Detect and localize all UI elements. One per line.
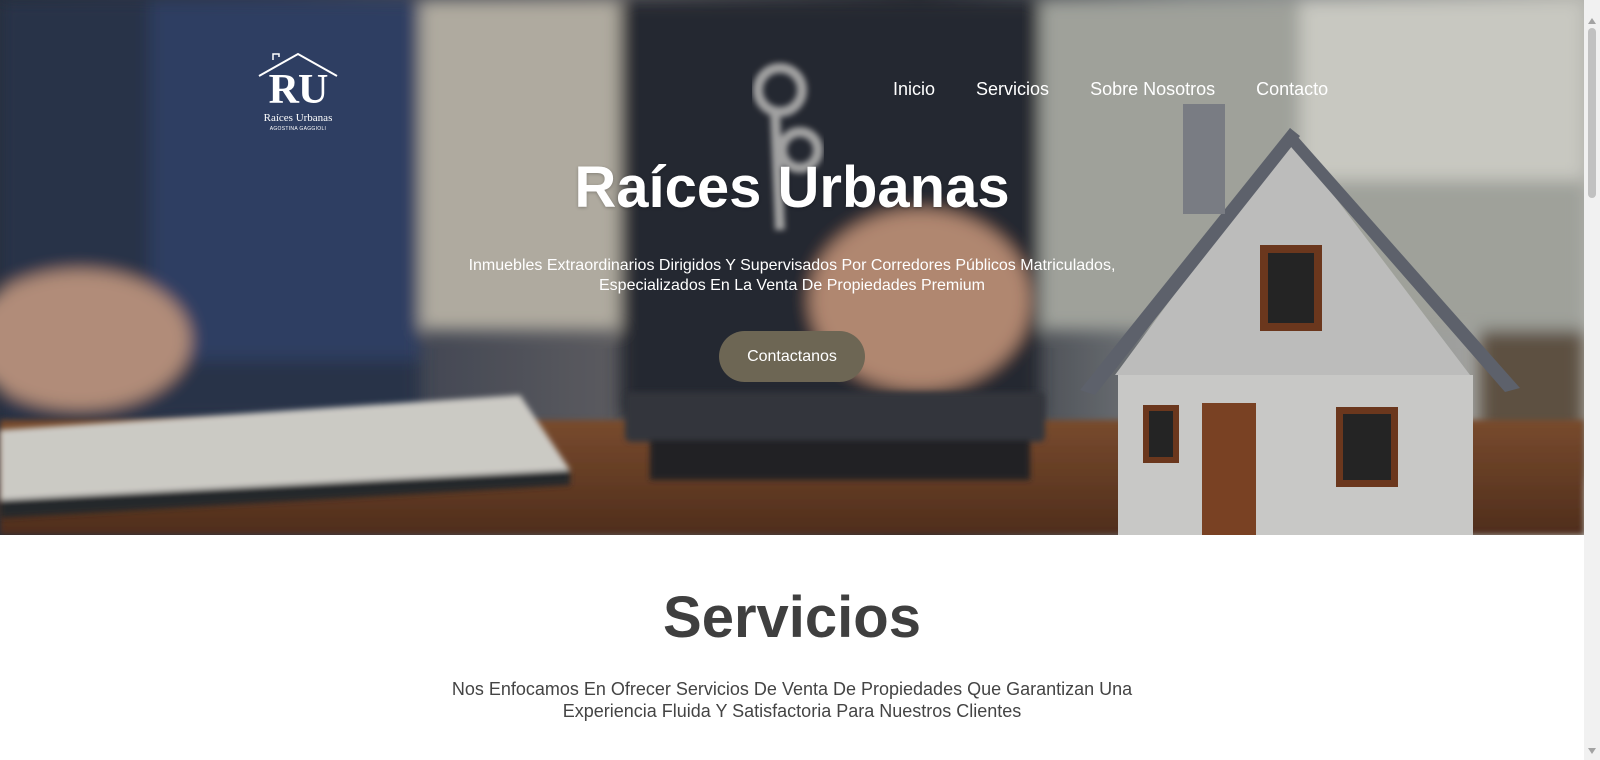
hero-title: Raíces Urbanas bbox=[574, 155, 1010, 220]
main-nav: Inicio Servicios Sobre Nosotros Contacto bbox=[893, 78, 1328, 100]
services-title: Servicios bbox=[663, 585, 921, 650]
services-description: Nos Enfocamos En Ofrecer Servicios De Ve… bbox=[451, 679, 1133, 721]
contact-cta-button[interactable]: Contactanos bbox=[719, 331, 865, 382]
nav-link-sobre-nosotros[interactable]: Sobre Nosotros bbox=[1090, 78, 1215, 100]
logo-agent-name: AGOSTINA GAGGIOLI bbox=[269, 126, 327, 132]
nav-link-contacto[interactable]: Contacto bbox=[1256, 78, 1328, 100]
page-scrollbar[interactable] bbox=[1584, 0, 1600, 760]
nav-link-servicios[interactable]: Servicios bbox=[976, 78, 1049, 100]
logo-monogram: RU bbox=[268, 67, 329, 113]
hero-subtitle: Inmuebles Extraordinarios Dirigidos Y Su… bbox=[468, 257, 1116, 294]
scroll-down-arrow-icon[interactable] bbox=[1588, 748, 1596, 754]
hero-section: RU Raíces Urbanas AGOSTINA GAGGIOLI Inic… bbox=[0, 0, 1584, 535]
nav-link-inicio[interactable]: Inicio bbox=[893, 78, 935, 100]
scrollbar-thumb[interactable] bbox=[1588, 28, 1596, 198]
logo-brand-name: Raíces Urbanas bbox=[263, 112, 333, 124]
scroll-up-arrow-icon[interactable] bbox=[1588, 18, 1596, 24]
site-logo[interactable]: RU Raíces Urbanas AGOSTINA GAGGIOLI bbox=[253, 50, 343, 134]
